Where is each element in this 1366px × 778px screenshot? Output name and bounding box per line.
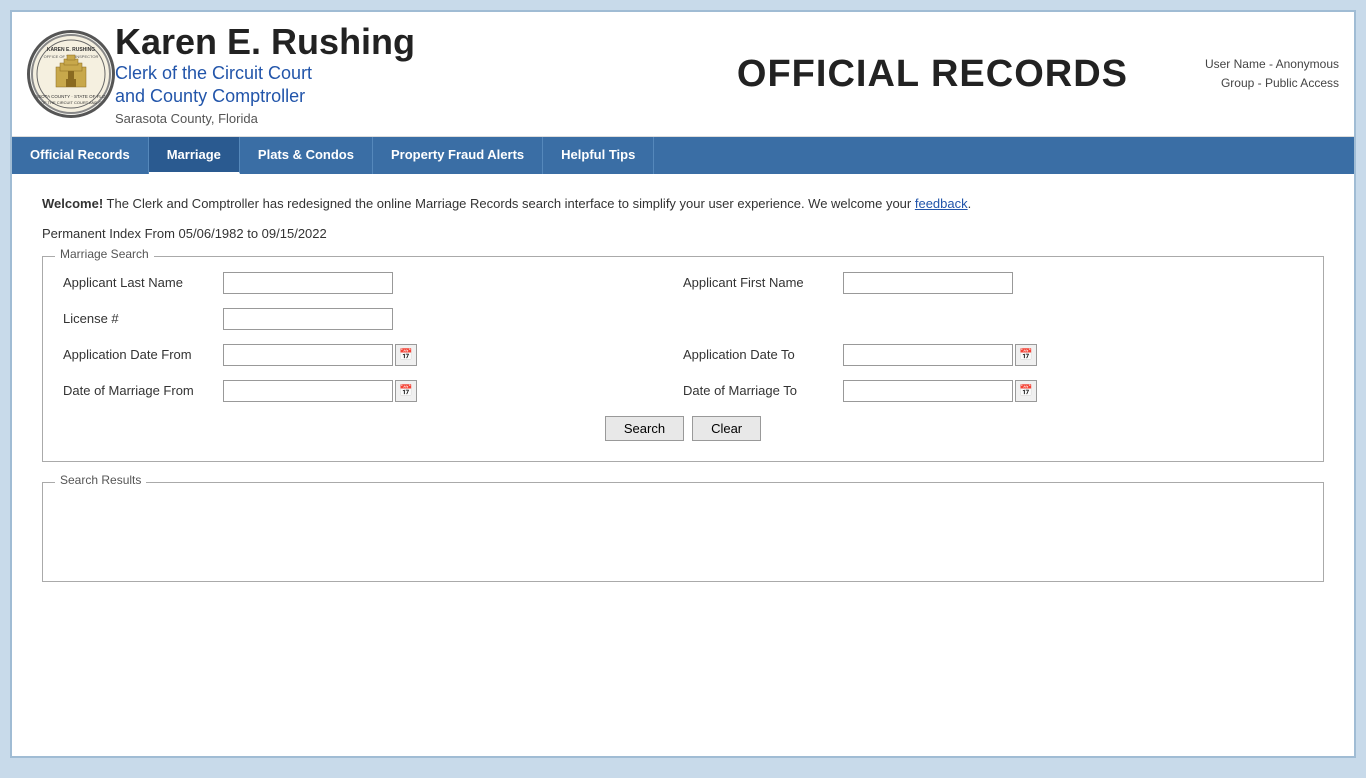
main-content: Welcome! The Clerk and Comptroller has r… bbox=[12, 174, 1354, 622]
last-name-input[interactable] bbox=[223, 272, 393, 294]
page-title: OFFICIAL RECORDS bbox=[660, 53, 1205, 96]
svg-text:SARASOTA COUNTY · STATE OF FLO: SARASOTA COUNTY · STATE OF FLORIDA bbox=[30, 94, 112, 99]
search-results-box: Search Results bbox=[42, 482, 1324, 582]
navigation-bar: Official Records Marriage Plats & Condos… bbox=[12, 137, 1354, 174]
marriage-date-from-calendar-icon[interactable]: 📅 bbox=[395, 380, 417, 402]
marriage-search-legend: Marriage Search bbox=[55, 247, 154, 261]
marriage-search-box: Marriage Search Applicant Last Name Appl… bbox=[42, 256, 1324, 462]
license-label: License # bbox=[63, 311, 223, 326]
nav-helpful-tips[interactable]: Helpful Tips bbox=[543, 137, 654, 174]
header-title-block: Karen E. Rushing Clerk of the Circuit Co… bbox=[115, 22, 660, 126]
permanent-index: Permanent Index From 05/06/1982 to 09/15… bbox=[42, 226, 1324, 241]
form-group-last-name: Applicant Last Name bbox=[63, 272, 683, 294]
first-name-label: Applicant First Name bbox=[683, 275, 843, 290]
form-row-names: Applicant Last Name Applicant First Name bbox=[63, 272, 1303, 294]
welcome-message: Welcome! The Clerk and Comptroller has r… bbox=[42, 194, 1324, 214]
clerk-subtitle: Clerk of the Circuit Court and County Co… bbox=[115, 62, 660, 109]
marriage-date-to-label: Date of Marriage To bbox=[683, 383, 843, 398]
app-date-from-label: Application Date From bbox=[63, 347, 223, 362]
nav-plats-condos[interactable]: Plats & Condos bbox=[240, 137, 373, 174]
form-group-marriage-date-from: Date of Marriage From 📅 bbox=[63, 380, 683, 402]
user-info: User Name - Anonymous Group - Public Acc… bbox=[1205, 55, 1339, 93]
app-date-from-input[interactable] bbox=[223, 344, 393, 366]
seal-logo: KAREN E. RUSHING OFFICE OF THE INSPECTOR… bbox=[27, 30, 115, 118]
app-date-to-label: Application Date To bbox=[683, 347, 843, 362]
search-results-legend: Search Results bbox=[55, 473, 146, 487]
svg-text:KAREN E. RUSHING: KAREN E. RUSHING bbox=[47, 47, 95, 53]
form-row-marriage-date: Date of Marriage From 📅 Date of Marriage… bbox=[63, 380, 1303, 402]
app-date-from-calendar-icon[interactable]: 📅 bbox=[395, 344, 417, 366]
nav-marriage[interactable]: Marriage bbox=[149, 137, 240, 174]
user-name-label: User Name - Anonymous bbox=[1205, 55, 1339, 74]
group-label: Group - Public Access bbox=[1205, 74, 1339, 93]
marriage-date-to-input[interactable] bbox=[843, 380, 1013, 402]
form-row-app-date: Application Date From 📅 Application Date… bbox=[63, 344, 1303, 366]
marriage-date-to-calendar-icon[interactable]: 📅 bbox=[1015, 380, 1037, 402]
form-group-app-date-to: Application Date To 📅 bbox=[683, 344, 1303, 366]
page-header: KAREN E. RUSHING OFFICE OF THE INSPECTOR… bbox=[12, 12, 1354, 137]
clerk-name: Karen E. Rushing bbox=[115, 22, 660, 62]
app-date-to-calendar-icon[interactable]: 📅 bbox=[1015, 344, 1037, 366]
search-button-row: Search Clear bbox=[63, 416, 1303, 441]
form-row-license: License # bbox=[63, 308, 1303, 330]
license-input[interactable] bbox=[223, 308, 393, 330]
form-group-app-date-from: Application Date From 📅 bbox=[63, 344, 683, 366]
marriage-date-from-label: Date of Marriage From bbox=[63, 383, 223, 398]
form-group-first-name: Applicant First Name bbox=[683, 272, 1303, 294]
nav-property-fraud-alerts[interactable]: Property Fraud Alerts bbox=[373, 137, 543, 174]
form-group-license: License # bbox=[63, 308, 683, 330]
app-date-to-input[interactable] bbox=[843, 344, 1013, 366]
marriage-date-from-input[interactable] bbox=[223, 380, 393, 402]
welcome-bold: Welcome! bbox=[42, 196, 103, 211]
last-name-label: Applicant Last Name bbox=[63, 275, 223, 290]
feedback-link[interactable]: feedback bbox=[915, 196, 968, 211]
search-button[interactable]: Search bbox=[605, 416, 684, 441]
clear-button[interactable]: Clear bbox=[692, 416, 761, 441]
form-group-marriage-date-to: Date of Marriage To 📅 bbox=[683, 380, 1303, 402]
nav-official-records[interactable]: Official Records bbox=[12, 137, 149, 174]
county-name: Sarasota County, Florida bbox=[115, 111, 660, 126]
welcome-text: The Clerk and Comptroller has redesigned… bbox=[103, 196, 915, 211]
first-name-input[interactable] bbox=[843, 272, 1013, 294]
svg-text:CLERK OF THE CIRCUIT COURT AND: CLERK OF THE CIRCUIT COURT AND COUNTY bbox=[30, 100, 112, 105]
